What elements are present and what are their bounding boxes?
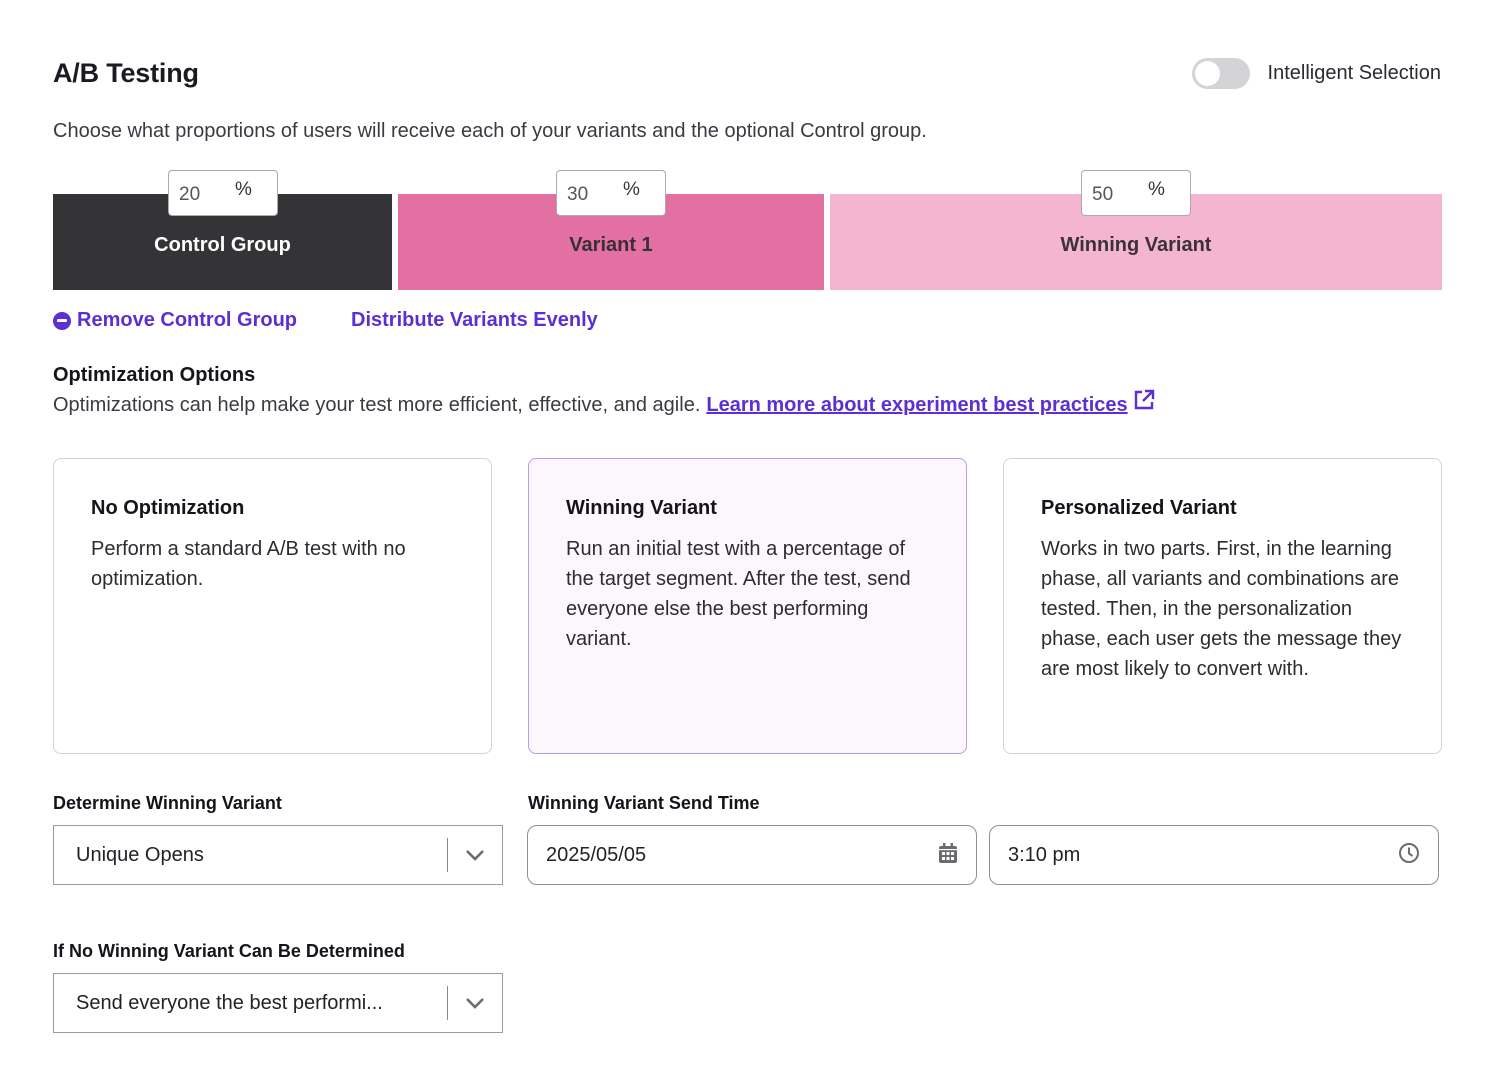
minus-circle-icon: [53, 311, 71, 330]
variant-split-bar: % Control Group % Variant 1 % Winning Va…: [53, 170, 1442, 290]
card-description: Perform a standard A/B test with no opti…: [91, 538, 406, 590]
intelligent-selection-toggle[interactable]: Intelligent Selection: [1191, 58, 1441, 89]
optimization-heading: Optimization Options: [53, 364, 256, 386]
time-field[interactable]: [989, 825, 1439, 885]
chevron-down-icon[interactable]: [448, 997, 502, 1009]
chevron-down-icon[interactable]: [448, 849, 502, 861]
optimization-cards: No Optimization Perform a standard A/B t…: [53, 458, 1442, 754]
winning-variant-percent-input[interactable]: [1092, 180, 1142, 206]
segment-variant-1: % Variant 1: [398, 170, 824, 290]
card-description: Run an initial test with a percentage of…: [566, 538, 911, 650]
percent-unit: %: [235, 179, 252, 200]
external-link-icon[interactable]: [1133, 389, 1155, 417]
control-percent-field[interactable]: %: [168, 170, 278, 216]
determine-winning-select[interactable]: Unique Opens: [53, 825, 503, 885]
segment-label: Control Group: [154, 233, 291, 256]
card-title: Winning Variant: [566, 497, 717, 519]
time-input[interactable]: [1008, 843, 1398, 867]
determine-winning-label: Determine Winning Variant: [53, 793, 282, 813]
remove-control-group-button[interactable]: Remove Control Group: [53, 309, 297, 332]
variant-1-percent-input[interactable]: [567, 180, 617, 206]
select-value: Send everyone the best performi...: [76, 991, 383, 1014]
learn-more-link[interactable]: Learn more about experiment best practic…: [706, 394, 1127, 417]
fallback-select[interactable]: Send everyone the best performi...: [53, 973, 503, 1033]
control-percent-input[interactable]: [179, 180, 229, 206]
fallback-label: If No Winning Variant Can Be Determined: [53, 941, 405, 961]
winning-variant-percent-field[interactable]: %: [1081, 170, 1191, 216]
date-field[interactable]: [527, 825, 977, 885]
date-input[interactable]: [546, 843, 938, 867]
calendar-icon[interactable]: [938, 842, 958, 869]
toggle-label: Intelligent Selection: [1267, 62, 1441, 84]
card-title: No Optimization: [91, 497, 245, 519]
card-personalized-variant[interactable]: Personalized Variant Works in two parts.…: [1003, 458, 1442, 754]
segment-label: Variant 1: [569, 233, 653, 256]
segment-control-group: % Control Group: [53, 170, 392, 290]
remove-control-label: Remove Control Group: [77, 309, 298, 331]
distribute-label: Distribute Variants Evenly: [351, 309, 598, 331]
segment-label: Winning Variant: [1060, 233, 1212, 256]
distribute-evenly-button[interactable]: Distribute Variants Evenly: [351, 309, 598, 332]
split-actions: Remove Control Group Distribute Variants…: [53, 309, 598, 332]
percent-unit: %: [1148, 179, 1165, 200]
percent-unit: %: [623, 179, 640, 200]
page-title: A/B Testing: [53, 58, 199, 88]
optimization-description: Optimizations can help make your test mo…: [53, 389, 1155, 417]
variant-1-percent-field[interactable]: %: [556, 170, 666, 216]
page-subtitle: Choose what proportions of users will re…: [53, 120, 927, 142]
send-time-label: Winning Variant Send Time: [528, 793, 760, 813]
clock-icon[interactable]: [1398, 842, 1420, 869]
toggle-switch[interactable]: [1191, 58, 1250, 89]
segment-winning-variant: % Winning Variant: [830, 170, 1442, 290]
card-no-optimization[interactable]: No Optimization Perform a standard A/B t…: [53, 458, 492, 754]
optimization-description-text: Optimizations can help make your test mo…: [53, 394, 701, 416]
card-winning-variant[interactable]: Winning Variant Run an initial test with…: [528, 458, 967, 754]
select-value: Unique Opens: [76, 843, 204, 866]
card-title: Personalized Variant: [1041, 497, 1237, 519]
card-description: Works in two parts. First, in the learni…: [1041, 538, 1402, 680]
toggle-knob: [1194, 61, 1220, 86]
